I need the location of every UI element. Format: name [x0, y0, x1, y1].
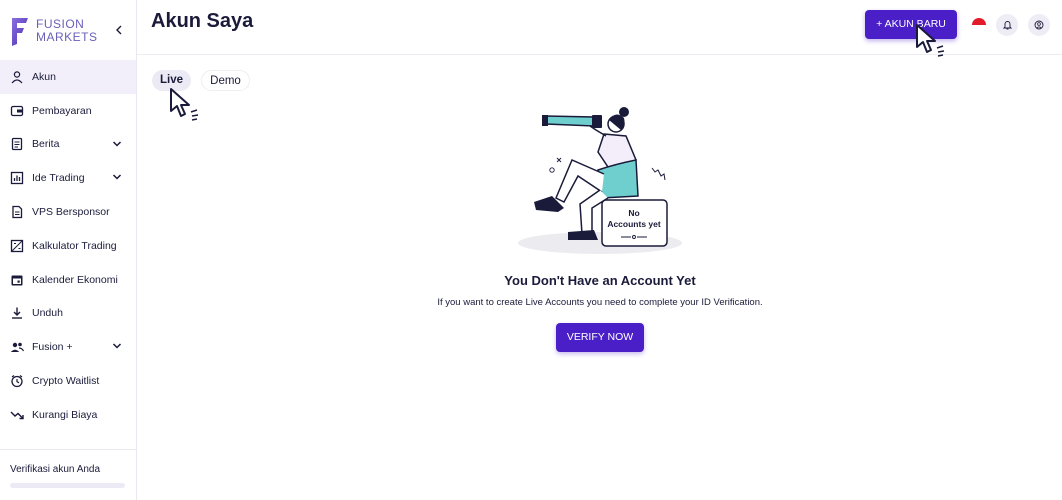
sidebar-item-label: Kalender Ekonomi: [32, 273, 118, 286]
sidebar-item-label: Fusion +: [32, 341, 73, 354]
sidebar-item-kalkulator-trading[interactable]: Kalkulator Trading: [0, 229, 136, 263]
profile-button[interactable]: [1028, 14, 1050, 36]
collapse-sidebar-button[interactable]: [112, 22, 126, 38]
chevron-left-icon: [116, 25, 122, 35]
fusion-logo-icon: [12, 18, 28, 46]
verify-progress-bar: [10, 483, 125, 488]
brand-logo[interactable]: FUSION MARKETS: [10, 14, 98, 48]
sidebar-item-label: Akun: [32, 70, 56, 83]
app-root: FUSION MARKETS Akun Pembayaran Berita Ide T…: [0, 0, 1062, 500]
chevron-down-icon: [112, 341, 122, 351]
sidebar-item-vps-bersponsor[interactable]: VPS Bersponsor: [0, 195, 136, 229]
tab-live[interactable]: Live: [152, 70, 191, 91]
empty-state-description: If you want to create Live Accounts you …: [437, 297, 763, 308]
telescope-icon: [542, 115, 602, 128]
sidebar-item-akun[interactable]: Akun: [0, 60, 136, 94]
no-accounts-line-1: No: [628, 208, 639, 218]
no-accounts-line-2: Accounts yet: [607, 219, 661, 229]
user-icon: [10, 70, 24, 84]
sidebar-item-label: Kalkulator Trading: [32, 239, 117, 252]
verify-account-label: Verifikasi akun Anda: [10, 464, 101, 475]
brand-name: FUSION MARKETS: [36, 18, 98, 44]
sidebar-item-unduh[interactable]: Unduh: [0, 297, 136, 331]
trend-down-icon: [10, 408, 24, 422]
download-icon: [10, 306, 24, 320]
calculator-icon: [10, 239, 24, 253]
sidebar-item-crypto-waitlist[interactable]: Crypto Waitlist: [0, 364, 136, 398]
indonesia-flag-icon[interactable]: [972, 18, 986, 32]
document-icon: [10, 205, 24, 219]
sidebar-item-fusion[interactable]: Fusion +: [0, 330, 136, 364]
sidebar-item-label: Ide Trading: [32, 172, 85, 185]
brand-line-2: MARKETS: [36, 30, 98, 44]
sidebar-item-label: VPS Bersponsor: [32, 206, 110, 219]
sidebar-item-berita[interactable]: Berita: [0, 128, 136, 162]
verify-now-button[interactable]: VERIFY NOW: [556, 323, 644, 352]
calendar-icon: [10, 273, 24, 287]
sidebar-item-kalender-ekonomi[interactable]: Kalender Ekonomi: [0, 263, 136, 297]
users-icon: [10, 340, 24, 354]
empty-state-title: You Don't Have an Account Yet: [504, 273, 696, 288]
tab-demo[interactable]: Demo: [201, 70, 250, 91]
verify-account-panel[interactable]: Verifikasi akun Anda: [0, 449, 136, 500]
user-circle-icon: [1034, 20, 1044, 30]
chart-icon: [10, 171, 24, 185]
page-header: Akun Saya + AKUN BARU: [137, 0, 1062, 55]
bell-icon: [1002, 21, 1012, 30]
sidebar-item-label: Crypto Waitlist: [32, 375, 100, 388]
new-account-button[interactable]: + AKUN BARU: [865, 10, 957, 39]
sidebar: FUSION MARKETS Akun Pembayaran Berita Ide T…: [0, 0, 137, 500]
chevron-down-icon: [112, 172, 122, 182]
chevron-down-icon: [112, 139, 122, 149]
sidebar-item-label: Pembayaran: [32, 104, 92, 117]
notification-button[interactable]: [996, 14, 1018, 36]
sidebar-item-label: Unduh: [32, 307, 63, 320]
sidebar-item-pembayaran[interactable]: Pembayaran: [0, 94, 136, 128]
wallet-icon: [10, 104, 24, 118]
sidebar-item-label: Berita: [32, 138, 60, 151]
page-title: Akun Saya: [151, 10, 254, 32]
sidebar-item-label: Kurangi Biaya: [32, 408, 98, 421]
news-icon: [10, 137, 24, 151]
telescope-illustration: No Accounts yet: [518, 107, 682, 254]
sidebar-item-kurangi-biaya[interactable]: Kurangi Biaya: [0, 398, 136, 432]
sidebar-nav: Akun Pembayaran Berita Ide Trading VPS Bersp…: [0, 60, 136, 432]
clock-icon: [10, 374, 24, 388]
sidebar-item-ide-trading[interactable]: Ide Trading: [0, 161, 136, 195]
pointer-cursor-icon: [170, 88, 199, 121]
